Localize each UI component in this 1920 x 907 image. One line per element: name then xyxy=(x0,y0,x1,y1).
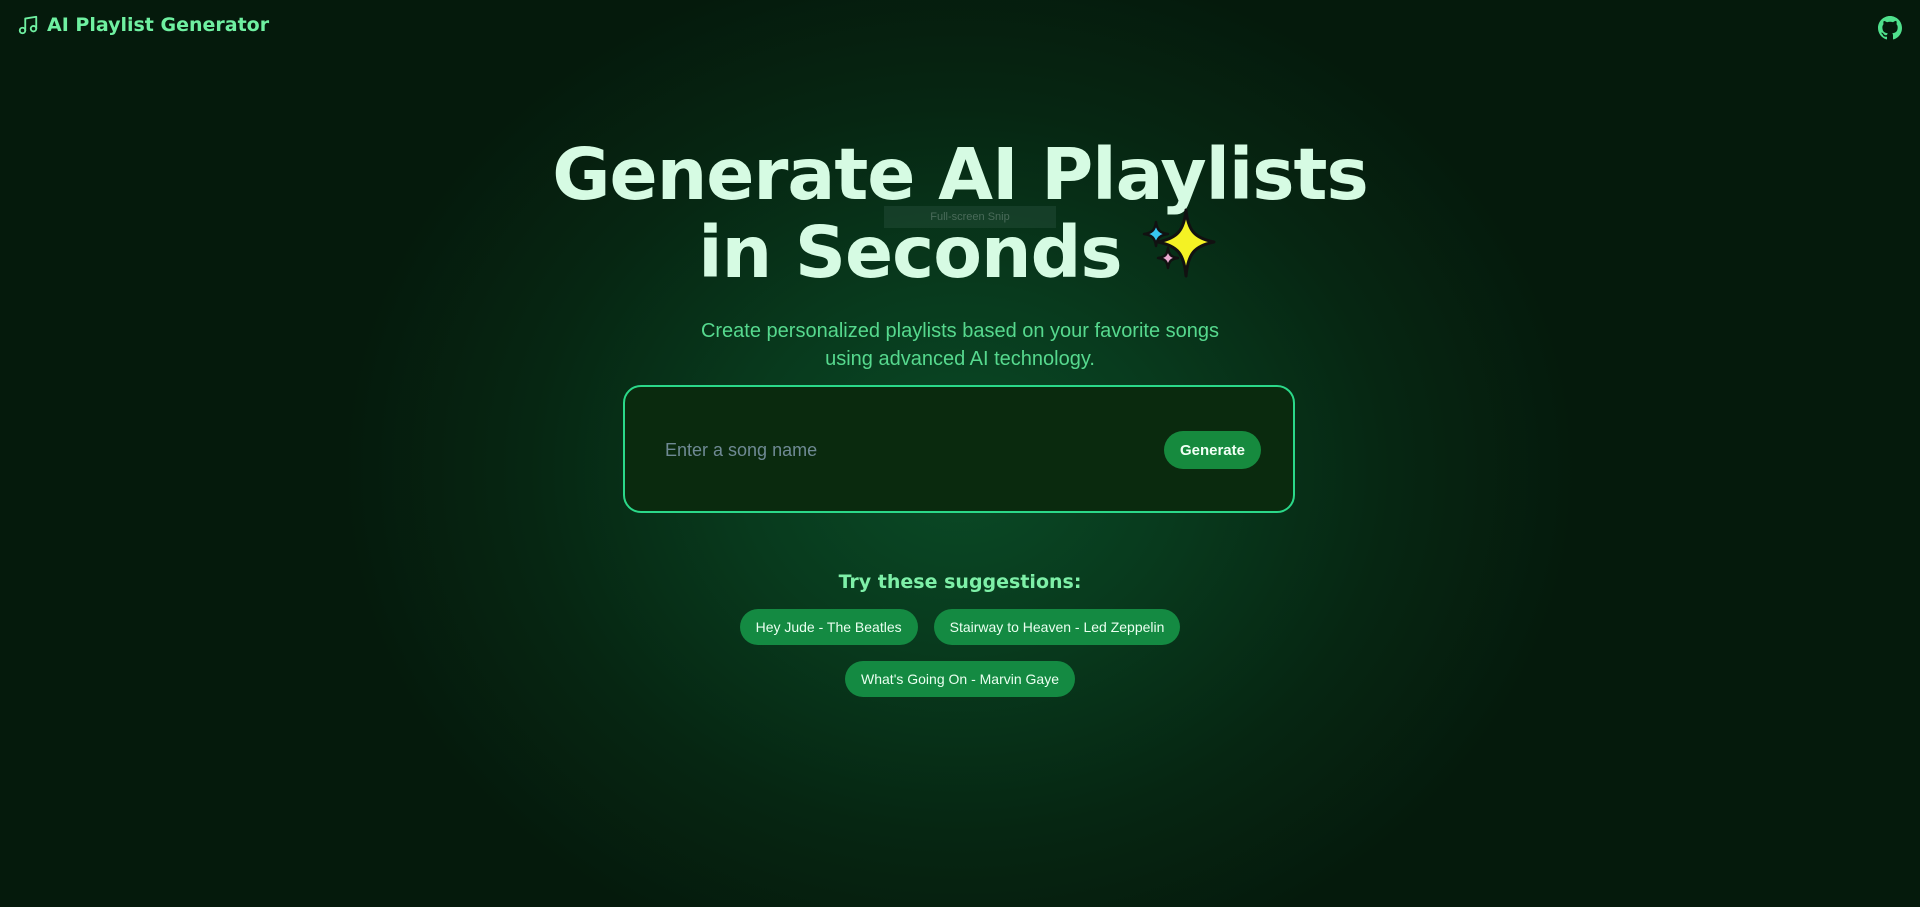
suggestion-chips: Hey Jude - The Beatles Stairway to Heave… xyxy=(700,609,1220,697)
headline-line-1: Generate AI Playlists xyxy=(552,133,1368,216)
hero-section: Generate AI Playlists in Seconds Create … xyxy=(0,138,1920,373)
search-container: Generate xyxy=(623,385,1295,513)
sparkles-icon xyxy=(1140,206,1222,297)
top-navbar: AI Playlist Generator xyxy=(0,0,1920,58)
song-search-input[interactable] xyxy=(663,429,1147,471)
brand-link[interactable]: AI Playlist Generator xyxy=(17,14,269,36)
suggestion-chip-hey-jude[interactable]: Hey Jude - The Beatles xyxy=(739,609,918,645)
github-icon[interactable] xyxy=(1878,16,1902,40)
suggestions-section: Try these suggestions: Hey Jude - The Be… xyxy=(0,571,1920,697)
app-title: AI Playlist Generator xyxy=(47,14,270,36)
suggestion-chip-whats-going-on[interactable]: What's Going On - Marvin Gaye xyxy=(845,661,1075,697)
music-note-icon xyxy=(17,14,39,36)
generate-button[interactable]: Generate xyxy=(1163,431,1261,469)
snip-overlay: Full-screen Snip xyxy=(884,206,1056,228)
suggestion-chip-stairway-to-heaven[interactable]: Stairway to Heaven - Led Zeppelin xyxy=(933,609,1181,645)
hero-subtitle: Create personalized playlists based on y… xyxy=(700,320,1220,370)
suggestions-title: Try these suggestions: xyxy=(838,571,1082,593)
